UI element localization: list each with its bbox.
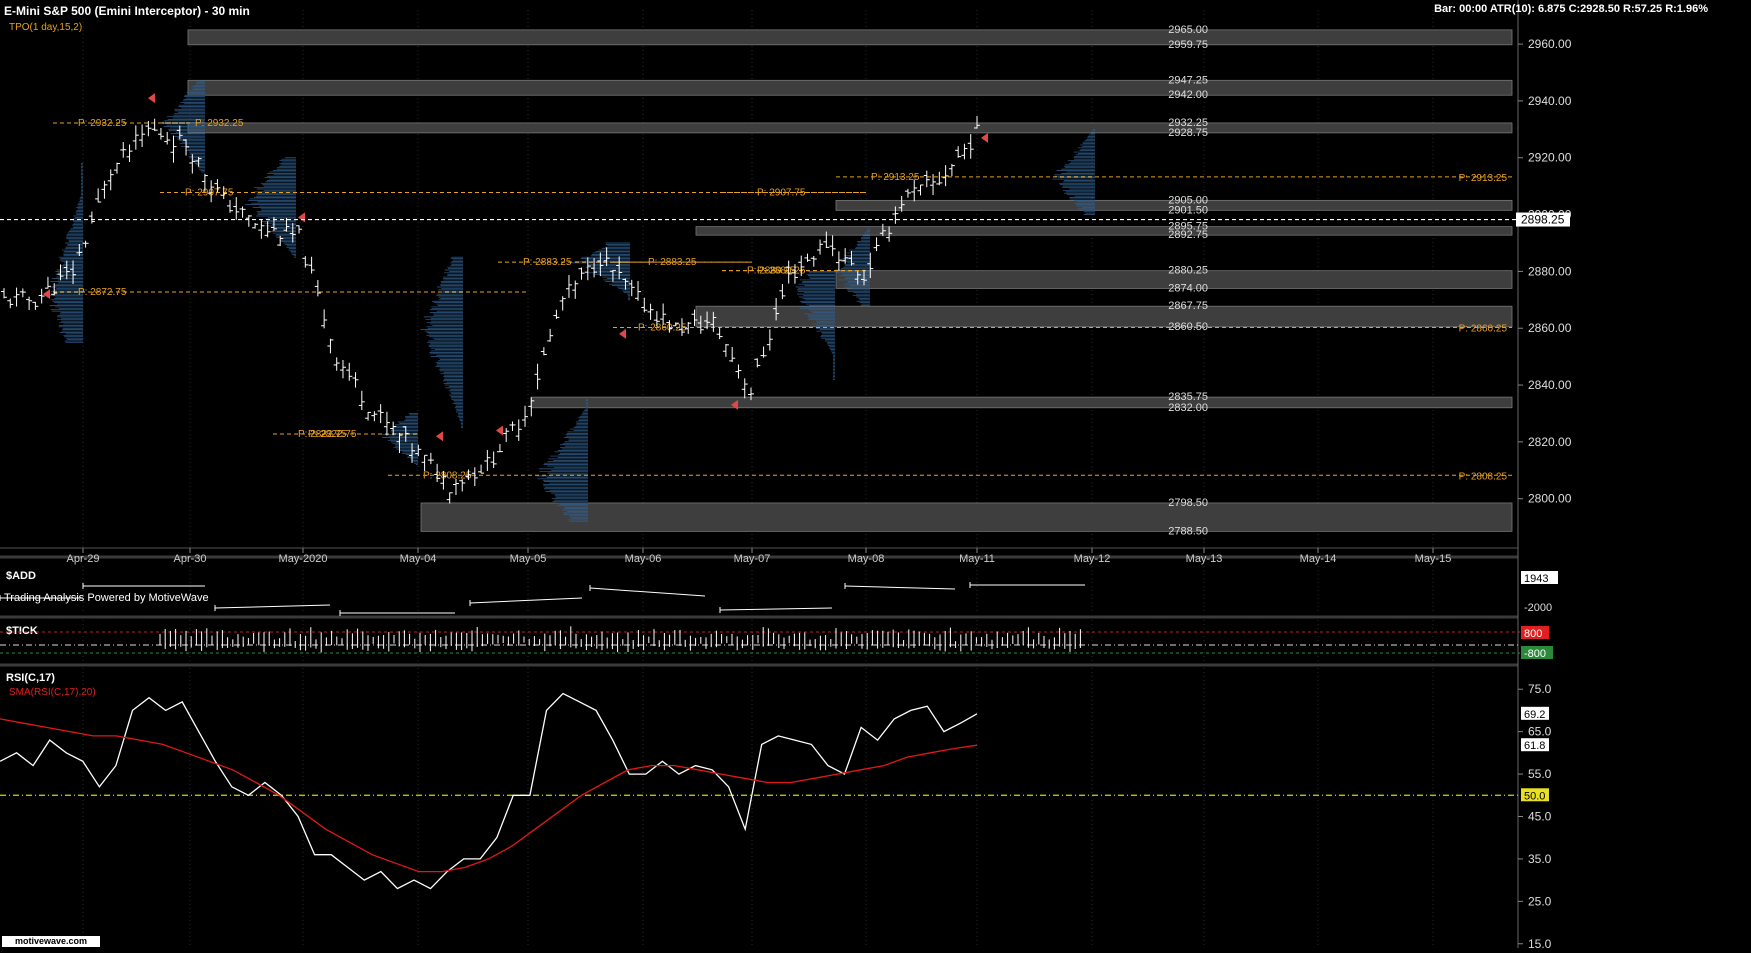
gap-zone-1 (187, 79, 1513, 96)
y-tick-label: 2820.00 (1528, 435, 1572, 449)
sma-value-label: 61.8 (1524, 740, 1545, 752)
rsi-y-tick-label: 25.0 (1528, 894, 1552, 908)
rsi-value-label: 69.2 (1524, 709, 1545, 721)
gap-top-label: 2880.25 (1168, 265, 1208, 277)
tpo-study-label: TPO(1 day,15,2) (9, 22, 83, 33)
x-tick-label-May-04: May-04 (400, 553, 437, 565)
gap-top-label: 2947.25 (1168, 74, 1208, 86)
poc-label: P: 2932.25 (78, 118, 127, 129)
x-tick-label-May-07: May-07 (734, 553, 771, 565)
x-tick-label-May-12: May-12 (1074, 553, 1111, 565)
motivewave-logo[interactable]: motivewave.com (2, 936, 100, 947)
poc-label-right: P: 2860.25 (1459, 324, 1508, 335)
marker-triangle (981, 132, 988, 143)
gap-top-label: 2798.50 (1168, 497, 1208, 509)
powered-by-label: Trading Analysis Powered by MotiveWave (4, 592, 209, 604)
x-tick-label-May-11: May-11 (959, 553, 995, 565)
tick-panel-title: $TICK (6, 625, 38, 637)
y-tick-label: 2940.00 (1528, 94, 1572, 108)
rsi-y-tick-label: 45.0 (1528, 809, 1552, 823)
gap-bottom-label: 2959.75 (1168, 39, 1208, 51)
gap-bottom-label: 2860.50 (1168, 321, 1208, 333)
add-segment (214, 604, 331, 609)
gap-bottom-label: 2942.00 (1168, 89, 1208, 101)
gap-bottom-label: 2928.75 (1168, 127, 1208, 139)
gap-bottom-label: 2788.50 (1168, 525, 1208, 537)
poc-label: P: 2883.25 (648, 257, 697, 268)
rsi-y-tick-label: 15.0 (1528, 937, 1552, 948)
chart-title: E-Mini S&P 500 (Emini Interceptor) - 30 … (4, 4, 250, 18)
rsi-panel-title: RSI(C,17) (6, 672, 55, 684)
y-tick-label: 2920.00 (1528, 151, 1572, 165)
y-tick-label: 2960.00 (1528, 37, 1572, 51)
marker-triangle (298, 212, 305, 223)
add-panel-title: $ADD (6, 570, 36, 582)
panel-separator (0, 615, 1518, 619)
add-y-tick-label: -2000 (1524, 602, 1552, 614)
sma-label: SMA(RSI(C,17),20) (9, 687, 96, 698)
rsi-y-tick-label: 75.0 (1528, 682, 1552, 696)
add-segment (844, 585, 956, 590)
gap-bottom-label: 2901.50 (1168, 204, 1208, 216)
poc-label: P: 2860.25 (638, 323, 687, 334)
current-price-label: 2898.25 (1521, 213, 1565, 227)
x-tick-label-May-06: May-06 (625, 553, 662, 565)
chart-canvas[interactable]: Apr-29 Apr-30 May-2020 May-04 May-05 May-06 Ma… (0, 0, 1751, 951)
gap-zone-4 (695, 226, 1513, 236)
x-tick-label-May-13: May-13 (1186, 553, 1223, 565)
x-tick-label-Apr-29: Apr-29 (66, 553, 99, 565)
rsi-y-tick-label: 55.0 (1528, 767, 1552, 781)
x-tick-label-Apr-30: Apr-30 (173, 553, 206, 565)
rsi-y-tick-label: 65.0 (1528, 725, 1552, 739)
poc-label: P: 2808.25 (423, 470, 472, 481)
tick-lower-label: -800 (1524, 648, 1546, 660)
mid-value-label: 50.0 (1524, 790, 1545, 802)
y-tick-label: 2800.00 (1528, 492, 1572, 506)
add-value-label: 1943 (1524, 573, 1548, 585)
y-tick-label: 2840.00 (1528, 378, 1572, 392)
gap-zone-7 (530, 396, 1513, 409)
x-tick-label-May-05: May-05 (510, 553, 547, 565)
gap-zone-0 (187, 29, 1513, 46)
poc-label: P: 2880.25 (757, 266, 806, 277)
marker-triangle (619, 328, 626, 339)
marker-triangle (496, 425, 503, 436)
poc-label: P: 2883.25 (523, 257, 572, 268)
poc-label-right: P: 2913.25 (1459, 173, 1508, 184)
chart-window: Apr-29 Apr-30 May-2020 May-04 May-05 May-06 Ma… (0, 0, 1751, 951)
rsi-y-tick-label: 35.0 (1528, 852, 1552, 866)
gap-top-label: 2867.75 (1168, 300, 1208, 312)
marker-triangle (148, 93, 155, 104)
add-segment (589, 587, 706, 597)
add-segment (469, 597, 583, 604)
x-tick-label-May-08: May-08 (848, 553, 885, 565)
y-tick-label: 2880.00 (1528, 264, 1572, 278)
add-segment (719, 607, 833, 611)
poc-label: P: 2907.75 (757, 188, 806, 199)
marker-triangle (43, 289, 50, 300)
gap-bottom-label: 2832.00 (1168, 402, 1208, 414)
poc-label: P: 2872.75 (78, 287, 127, 298)
poc-label-right: P: 2808.25 (1459, 471, 1508, 482)
marker-triangle (436, 431, 443, 442)
x-tick-label-May-15: May-15 (1415, 553, 1452, 565)
bar-info: Bar: 00:00 ATR(10): 6.875 C:2928.50 R:57… (1434, 3, 1708, 15)
poc-label: P: 2913.25 (871, 172, 920, 183)
panel-separator (0, 663, 1518, 667)
x-tick-label-May-2020: May-2020 (279, 553, 328, 565)
gap-top-label: 2965.00 (1168, 24, 1208, 36)
gap-bottom-label: 2874.00 (1168, 282, 1208, 294)
x-tick-label-May-14: May-14 (1300, 553, 1337, 565)
poc-label: P: 2932.25 (195, 118, 244, 129)
gap-bottom-label: 2892.75 (1168, 229, 1208, 241)
tick-upper-label: 800 (1524, 628, 1542, 640)
gap-zone-2 (187, 122, 1513, 134)
poc-label: P: 2822.75 (298, 429, 347, 440)
y-tick-label: 2860.00 (1528, 321, 1572, 335)
